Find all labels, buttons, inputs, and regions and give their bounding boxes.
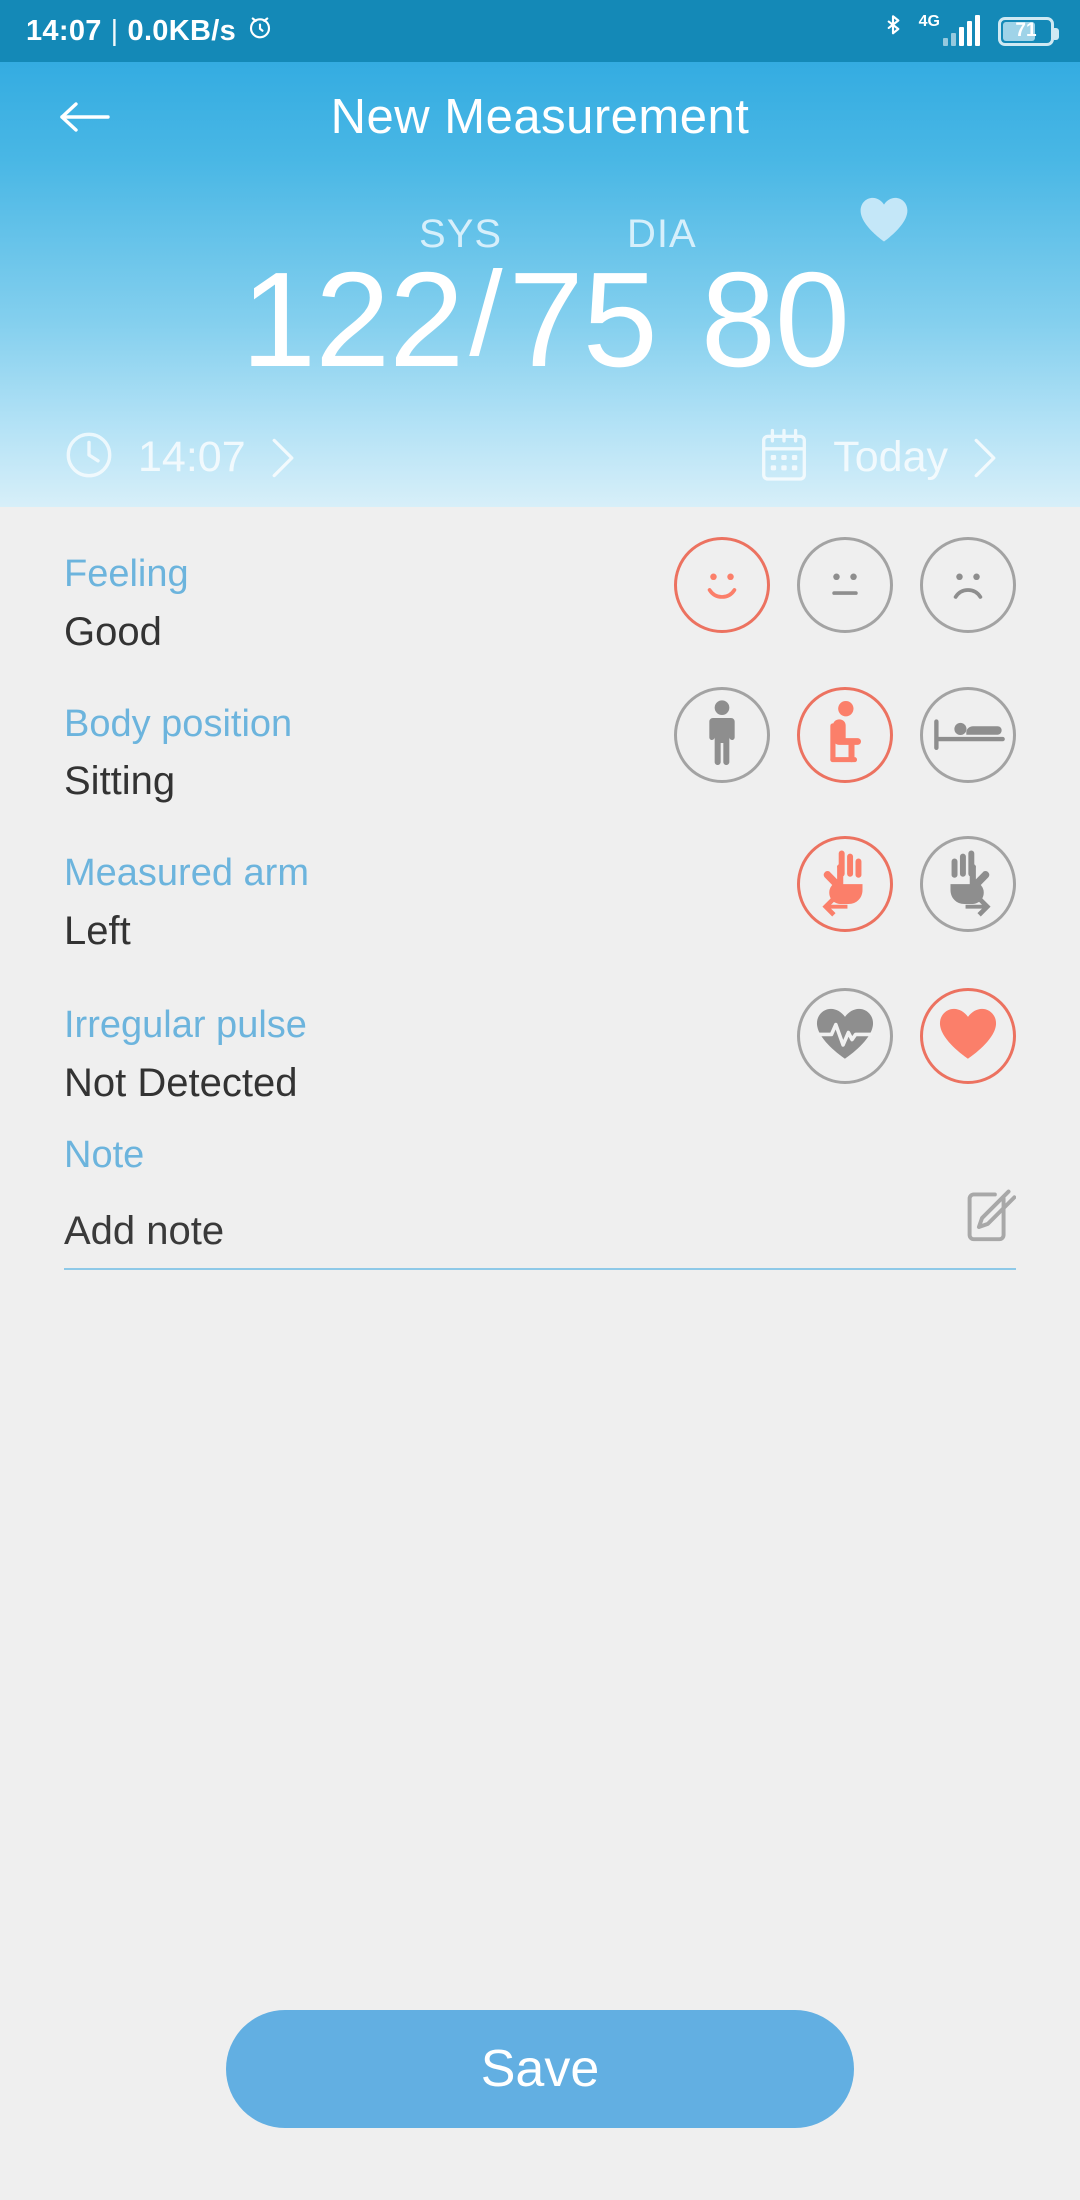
field-body-position-texts: Body position Sitting: [64, 679, 292, 805]
field-irregular-pulse-texts: Irregular pulse Not Detected: [64, 980, 307, 1106]
hand-left-icon: [814, 847, 876, 922]
field-feeling-texts: Feeling Good: [64, 529, 189, 655]
field-body-position: Body position Sitting: [64, 679, 1016, 805]
heart-icon: [857, 194, 911, 244]
body-position-options: [674, 679, 1016, 783]
person-standing-icon: [693, 697, 751, 772]
status-bar-left: 14:07 | 0.0KB/s: [26, 12, 275, 50]
page-title: New Measurement: [330, 90, 750, 144]
status-bar-right: 4G 71: [880, 12, 1059, 51]
body-position-option-standing[interactable]: [674, 686, 770, 783]
field-note: Note Add note: [64, 1133, 1017, 1270]
status-network-speed: 0.0KB/s: [127, 14, 237, 47]
field-feeling: Feeling Good: [64, 529, 1016, 655]
field-label: Measured arm: [64, 852, 309, 895]
save-button[interactable]: Save: [226, 2010, 854, 2128]
person-sitting-icon: [815, 697, 875, 772]
battery-percent: 71: [1015, 20, 1037, 41]
note-input-line[interactable]: Add note: [64, 1187, 1017, 1270]
measurement-hero: New Measurement SYS DIA 122 / 75 80 14:0…: [0, 62, 1080, 507]
cellular-signal-icon: 4G: [919, 14, 985, 48]
time-picker[interactable]: 14:07: [62, 428, 298, 487]
field-label: Body position: [64, 702, 293, 745]
network-type-label: 4G: [918, 13, 940, 30]
field-value: Not Detected: [64, 1060, 298, 1105]
field-irregular-pulse: Irregular pulse Not Detected: [64, 980, 1016, 1106]
status-time: 14:07: [26, 14, 102, 47]
reading-values: SYS DIA 122 / 75 80: [0, 172, 1080, 395]
feeling-option-neutral[interactable]: [797, 537, 893, 633]
diastolic-value: 75: [508, 243, 658, 395]
meta-row: 14:07 Today: [0, 426, 1080, 489]
back-arrow-icon[interactable]: [56, 97, 112, 137]
alarm-clock-icon: [245, 12, 275, 50]
value-separator: /: [469, 247, 503, 381]
feeling-option-bad[interactable]: [920, 537, 1016, 633]
measurement-details: Feeling Good Body position Sitting Measu…: [0, 529, 1080, 1270]
time-value: 14:07: [138, 433, 246, 481]
feeling-option-good[interactable]: [674, 537, 770, 633]
field-value: Left: [64, 909, 131, 954]
body-position-option-lying[interactable]: [920, 686, 1016, 783]
bluetooth-icon: [880, 12, 906, 51]
heart-solid-icon: [936, 1005, 1000, 1068]
heart-pulse-icon: [813, 1005, 877, 1068]
field-value: Good: [64, 609, 162, 654]
face-neutral-icon: [814, 552, 876, 619]
field-measured-arm-texts: Measured arm Left: [64, 828, 309, 954]
status-bar: 14:07 | 0.0KB/s 4G 71: [0, 0, 1080, 62]
person-lying-icon: [931, 706, 1005, 763]
app-bar: New Measurement: [0, 62, 1080, 172]
chevron-right-icon: [268, 436, 298, 480]
dia-label: DIA: [627, 212, 697, 256]
chevron-right-icon: [970, 436, 1000, 480]
systolic-value: 122: [241, 243, 464, 395]
face-sad-icon: [937, 552, 999, 619]
hand-right-icon: [937, 847, 999, 922]
irregular-pulse-options: [797, 980, 1016, 1085]
face-happy-icon: [691, 552, 753, 619]
feeling-options: [674, 529, 1016, 633]
field-label: Irregular pulse: [64, 1004, 307, 1047]
calendar-icon: [757, 426, 811, 489]
irregular-pulse-option-detected[interactable]: [797, 988, 893, 1085]
date-value: Today: [833, 433, 948, 481]
save-button-container: Save: [0, 2010, 1080, 2128]
date-picker[interactable]: Today: [757, 426, 1000, 489]
measured-arm-option-left[interactable]: [797, 836, 893, 933]
status-separator: |: [110, 14, 119, 47]
field-label: Note: [64, 1133, 145, 1176]
clock-icon: [62, 428, 116, 487]
field-measured-arm: Measured arm Left: [64, 828, 1016, 954]
field-value: Sitting: [64, 759, 176, 804]
edit-note-icon[interactable]: [958, 1187, 1017, 1250]
bp-values: SYS DIA 122 / 75 80: [241, 197, 908, 395]
pulse-value: 80: [700, 243, 850, 395]
note-input[interactable]: Add note: [64, 1209, 224, 1254]
battery-icon: 71: [998, 16, 1059, 46]
measured-arm-options: [797, 828, 1016, 933]
field-label: Feeling: [64, 553, 189, 595]
body-position-option-sitting[interactable]: [797, 686, 893, 783]
measured-arm-option-right[interactable]: [920, 836, 1016, 933]
irregular-pulse-option-not-detected[interactable]: [920, 988, 1016, 1085]
